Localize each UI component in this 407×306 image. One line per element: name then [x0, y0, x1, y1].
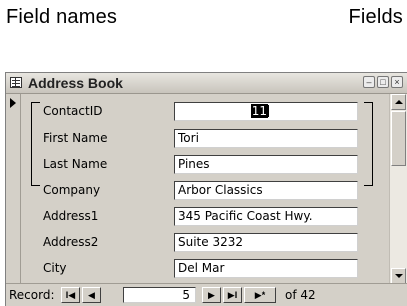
scroll-up-button[interactable] — [391, 94, 406, 110]
label-city: City — [43, 261, 67, 275]
label-address1: Address1 — [43, 209, 99, 223]
label-contactid: ContactID — [43, 104, 103, 118]
last-name-field[interactable]: Pines — [174, 155, 358, 174]
label-company: Company — [43, 183, 101, 197]
restore-button[interactable]: □ — [377, 76, 389, 88]
scroll-thumb[interactable] — [391, 111, 406, 166]
minimize-button[interactable]: – — [363, 76, 375, 88]
company-field[interactable]: Arbor Classics — [174, 181, 358, 200]
last-record-button[interactable]: ▶I — [223, 287, 242, 303]
first-name-field[interactable]: Tori — [174, 129, 358, 148]
record-label: Record: — [9, 288, 55, 302]
arrow-down-icon — [395, 274, 403, 278]
close-button[interactable]: × — [391, 76, 403, 88]
vertical-scrollbar[interactable] — [389, 94, 407, 284]
record-number-input[interactable]: 5 — [123, 287, 196, 303]
fields-bracket — [364, 102, 373, 186]
window-title: Address Book — [28, 75, 123, 91]
city-field[interactable]: Del Mar — [174, 259, 358, 278]
first-record-button[interactable]: I◀ — [61, 287, 80, 303]
address1-field[interactable]: 345 Pacific Coast Hwy. — [174, 207, 358, 226]
record-navigation-bar: Record: I◀ ◀ 5 ▶ ▶I ▶* of 42 — [6, 283, 407, 306]
field-names-callout: Field names — [6, 6, 118, 28]
arrow-up-icon — [395, 100, 403, 104]
record-selector[interactable] — [6, 94, 21, 284]
contactid-field[interactable]: 11 — [174, 102, 358, 121]
label-first-name: First Name — [43, 131, 108, 145]
label-last-name: Last Name — [43, 157, 108, 171]
form-icon — [10, 77, 22, 88]
label-address2: Address2 — [43, 235, 99, 249]
form-detail: ContactID 11 First Name Tori Last Name P… — [21, 94, 390, 284]
title-bar[interactable]: Address Book – □ × — [6, 73, 407, 94]
next-record-button[interactable]: ▶ — [202, 287, 221, 303]
previous-record-button[interactable]: ◀ — [82, 287, 101, 303]
current-record-arrow-icon — [10, 98, 16, 108]
field-names-bracket — [31, 102, 40, 186]
text-caret — [268, 105, 269, 117]
fields-callout: Fields — [348, 6, 403, 28]
new-record-button[interactable]: ▶* — [244, 287, 276, 303]
address2-field[interactable]: Suite 3232 — [174, 233, 358, 252]
contactid-value: 11 — [250, 104, 268, 118]
record-count: of 42 — [285, 288, 316, 302]
address-book-window: Address Book – □ × ContactID 11 First Na… — [5, 72, 407, 306]
scroll-down-button[interactable] — [391, 268, 406, 284]
